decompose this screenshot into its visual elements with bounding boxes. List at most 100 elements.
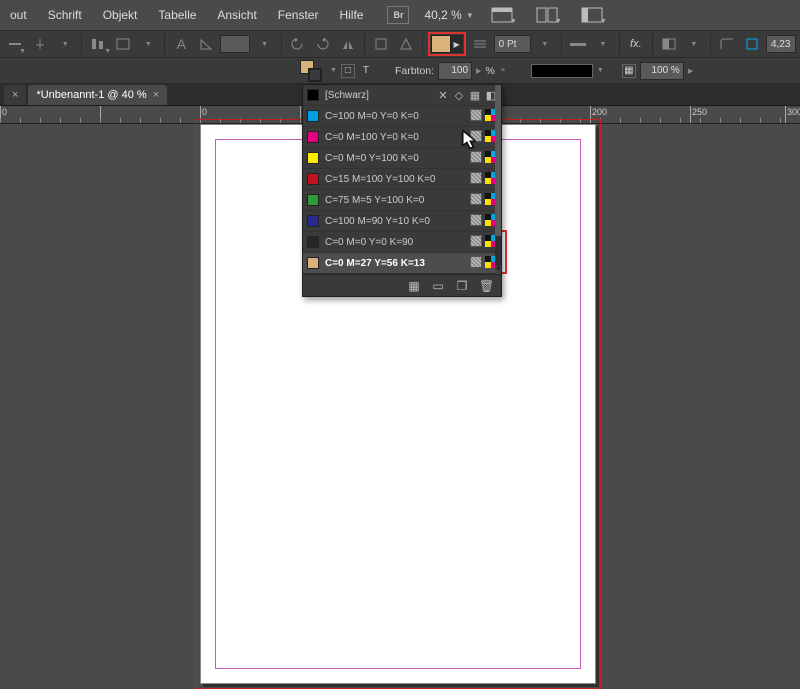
swatch-attr-icon: ▦ (469, 89, 481, 101)
bridge-button[interactable]: Br (387, 6, 409, 24)
swatch-chip (307, 173, 319, 185)
farbton-field[interactable]: 100 (438, 62, 472, 80)
swatch-chip (307, 236, 319, 248)
menu-objekt[interactable]: Objekt (95, 4, 146, 26)
swatch-attr-icon: ✕ (437, 89, 449, 101)
scroll-down-arrow[interactable]: ▼ (495, 266, 501, 274)
swatches-scrollbar[interactable]: ▼ (495, 85, 501, 274)
swatch-chip (307, 110, 319, 122)
ruler-label: 0 (202, 107, 207, 117)
apply-to-text-button[interactable]: T (359, 64, 373, 78)
corner-link-icon[interactable] (741, 33, 763, 55)
color-type-icon (470, 172, 482, 184)
color-type-icon (470, 214, 482, 226)
letter-slot[interactable]: A (170, 33, 192, 55)
menu-fenster[interactable]: Fenster (270, 4, 327, 26)
color-type-icon (470, 235, 482, 247)
stroke-weight-field[interactable]: 0 Pt (494, 35, 531, 53)
swatches-panel: [Schwarz]✕◇▦◧C=100 M=0 Y=0 K=0C=0 M=100 … (302, 84, 502, 297)
swatch-name: C=100 M=90 Y=10 K=0 (325, 216, 430, 227)
swatch-row[interactable]: C=75 M=5 Y=100 K=0 (303, 190, 501, 211)
color-type-icon (470, 193, 482, 205)
chevron-down-icon[interactable]: ▼ (330, 67, 337, 74)
swatch-row[interactable]: C=100 M=90 Y=10 K=0 (303, 211, 501, 232)
ruler-label: 200 (592, 107, 607, 117)
wrap2-slot[interactable]: ▼ (137, 33, 159, 55)
apply-to-container-button[interactable]: □ (341, 64, 355, 78)
swatch-view-icon[interactable]: ▦ (407, 279, 421, 293)
stroke-proxy (308, 68, 322, 82)
opacity-icon (658, 33, 680, 55)
fill-swatch-highlighted[interactable]: ▶ (428, 32, 466, 56)
arrange-button[interactable]: ▼ (530, 3, 564, 27)
opacity-flyout[interactable]: ▶ (688, 67, 693, 75)
ruler-label: 250 (692, 107, 707, 117)
swatch-attr-icon: ◇ (453, 89, 465, 101)
opacity-proxy-icon: ▦ (622, 64, 636, 78)
stroke-style-menu[interactable]: ▼ (592, 33, 614, 55)
close-icon[interactable]: × (153, 89, 159, 101)
tab-overflow-left[interactable]: × (4, 85, 26, 105)
workspace-button[interactable]: ▼ (575, 3, 609, 27)
select-content-icon[interactable] (395, 33, 417, 55)
menu-ansicht[interactable]: Ansicht (209, 4, 264, 26)
swatch-chip (307, 89, 319, 101)
close-icon[interactable]: × (12, 89, 18, 101)
swatch-chip (307, 152, 319, 164)
char-style-slot[interactable]: ▼ (4, 33, 26, 55)
ruler-label: 300 (787, 107, 800, 117)
zoom-readout[interactable]: 40,2 % ▼ (424, 8, 473, 22)
options-slot[interactable]: ▼ (54, 33, 76, 55)
scrollbar-thumb[interactable] (495, 85, 501, 236)
opacity-field[interactable]: 100 % (640, 62, 684, 80)
farbton-menu[interactable]: ≡ (501, 67, 505, 74)
document-tab[interactable]: *Unbenannt-1 @ 40 % × (28, 85, 167, 105)
fx-button[interactable]: fx. (625, 33, 647, 55)
swatch-chip (307, 257, 319, 269)
application-menubar: out Schrift Objekt Tabelle Ansicht Fenst… (0, 0, 800, 30)
menu-tabelle[interactable]: Tabelle (150, 4, 204, 26)
stroke-type-preview[interactable] (531, 64, 593, 78)
stroke-style-icon[interactable] (567, 33, 589, 55)
swatch-name: C=0 M=27 Y=56 K=13 (325, 258, 425, 269)
trash-icon[interactable]: 🗑 (479, 279, 493, 293)
farbton-label: Farbton: (395, 65, 434, 77)
corner-field[interactable]: 4,23 (766, 35, 796, 53)
para-style-slot[interactable] (29, 33, 51, 55)
screen-mode-button[interactable]: ▼ (485, 3, 519, 27)
control-bar: ▼ ▼ ▼ ▼ A ▼ ▶ 0 Pt ▼ ▼ fx. ▼ 4,23 (0, 30, 800, 58)
swatch-row[interactable]: C=0 M=0 Y=0 K=90 (303, 232, 501, 253)
document-tab-title: *Unbenannt-1 @ 40 % (36, 89, 146, 101)
fill-swatch (431, 35, 451, 53)
swatch-name: C=0 M=0 Y=100 K=0 (325, 153, 419, 164)
fill-stroke-proxy[interactable] (300, 60, 322, 82)
flip-h-icon[interactable] (337, 33, 359, 55)
farbton-flyout[interactable]: ▶ (476, 67, 481, 75)
align-slot[interactable]: ▼ (87, 33, 109, 55)
new-swatch-icon[interactable]: ❐ (455, 279, 469, 293)
chevron-down-icon: ▼ (466, 11, 474, 20)
wrap-slot[interactable] (112, 33, 134, 55)
stroke-weight-menu[interactable]: ▼ (534, 33, 556, 55)
rotate-cw-icon[interactable] (311, 33, 333, 55)
swatch-row[interactable]: [Schwarz]✕◇▦◧ (303, 85, 501, 106)
menu-hilfe[interactable]: Hilfe (331, 4, 371, 26)
swatch-row[interactable]: C=100 M=0 Y=0 K=0 (303, 106, 501, 127)
select-container-icon[interactable] (370, 33, 392, 55)
angle-field[interactable] (220, 35, 250, 53)
swatch-row[interactable]: C=0 M=27 Y=56 K=13 (303, 253, 501, 274)
stroke-type-menu[interactable]: ▼ (597, 67, 604, 74)
angle-slot[interactable] (195, 33, 217, 55)
rotate-ccw-icon[interactable] (286, 33, 308, 55)
flip-slot[interactable]: ▼ (253, 33, 275, 55)
new-folder-icon[interactable]: ▭ (431, 279, 445, 293)
fill-swatch-menu[interactable]: ▶ (451, 35, 463, 53)
menu-layout[interactable]: out (2, 4, 35, 26)
swatch-name: C=100 M=0 Y=0 K=0 (325, 111, 419, 122)
swatch-chip (307, 215, 319, 227)
swatch-row[interactable]: C=15 M=100 Y=100 K=0 (303, 169, 501, 190)
ruler-label: 0 (2, 107, 7, 117)
corner-icon[interactable] (716, 33, 738, 55)
opacity-menu[interactable]: ▼ (683, 33, 705, 55)
menu-schrift[interactable]: Schrift (40, 4, 90, 26)
